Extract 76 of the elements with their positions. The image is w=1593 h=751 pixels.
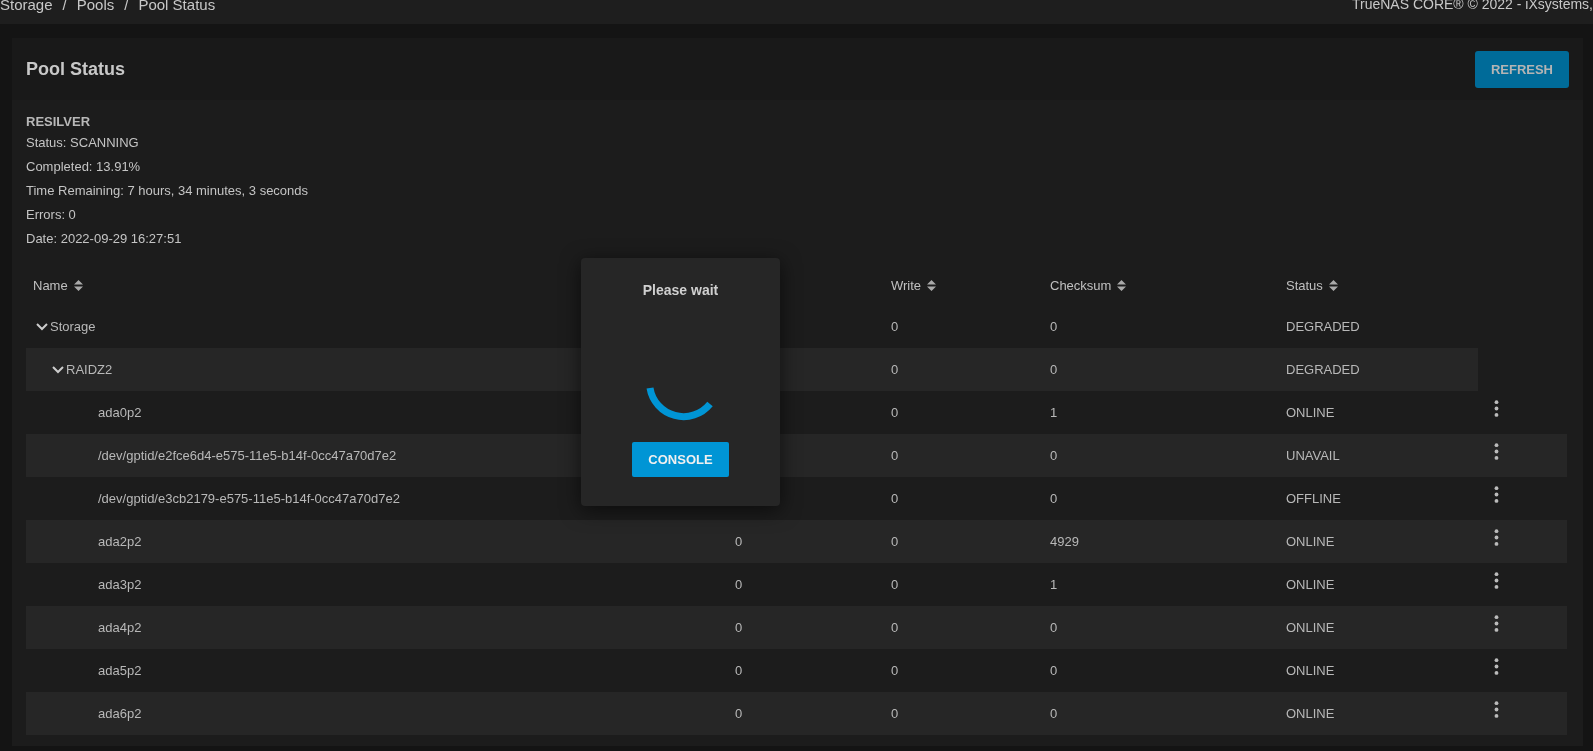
read-errors: 0 — [735, 577, 743, 592]
resilver-detail: Date: 2022-09-29 16:27:51 — [26, 230, 183, 248]
chevron-icon[interactable] — [52, 365, 64, 374]
write-errors: 0 — [891, 491, 899, 506]
more-options-icon[interactable] — [1494, 615, 1499, 632]
write-errors: 0 — [891, 405, 899, 420]
device-name: ada5p2 — [98, 663, 142, 678]
column-header[interactable]: Checksum — [1050, 277, 1112, 293]
sort-icon[interactable] — [73, 279, 83, 291]
checksum-errors: 0 — [1050, 362, 1058, 377]
breadcrumb-separator: / — [124, 0, 129, 12]
checksum-errors: 1 — [1050, 577, 1058, 592]
write-errors: 0 — [891, 319, 899, 334]
more-options-icon[interactable] — [1494, 443, 1499, 460]
device-status: ONLINE — [1286, 534, 1335, 549]
checksum-errors: 0 — [1050, 491, 1058, 506]
device-name: /dev/gptid/e3cb2179-e575-11e5-b14f-0cc47a70d7e2 — [98, 491, 400, 506]
breadcrumb-link[interactable]: Pool Status — [138, 0, 216, 12]
read-errors: 0 — [735, 534, 743, 549]
checksum-errors: 1 — [1050, 405, 1058, 420]
device-status: DEGRADED — [1286, 362, 1360, 377]
chevron-icon[interactable] — [36, 322, 48, 331]
breadcrumb-link[interactable]: Storage — [0, 0, 53, 12]
dialog-title: Please wait — [642, 282, 719, 298]
resilver-detail: Status: SCANNING — [26, 134, 140, 152]
device-status: OFFLINE — [1286, 491, 1341, 506]
more-options-icon[interactable] — [1494, 400, 1499, 417]
write-errors: 0 — [891, 706, 899, 721]
write-errors: 0 — [891, 577, 899, 592]
more-options-icon[interactable] — [1494, 658, 1499, 675]
more-options-icon[interactable] — [1494, 701, 1499, 718]
device-name: ada6p2 — [98, 706, 142, 721]
column-header[interactable]: Name — [33, 277, 68, 293]
write-errors: 0 — [891, 620, 899, 635]
checksum-errors: 0 — [1050, 448, 1058, 463]
checksum-errors: 4929 — [1050, 534, 1079, 549]
column-header[interactable]: Write — [891, 277, 922, 293]
device-status: ONLINE — [1286, 620, 1335, 635]
device-name: /dev/gptid/e2fce6d4-e575-11e5-b14f-0cc47a70d7e2 — [98, 448, 397, 463]
write-errors: 0 — [891, 362, 899, 377]
checksum-errors: 0 — [1050, 706, 1058, 721]
write-errors: 0 — [891, 448, 899, 463]
column-header[interactable]: Status — [1286, 277, 1323, 293]
device-status: ONLINE — [1286, 405, 1335, 420]
resilver-detail: Time Remaining: 7 hours, 34 minutes, 3 seconds — [26, 182, 310, 200]
more-options-icon[interactable] — [1494, 486, 1499, 503]
resilver-heading: RESILVER — [26, 113, 92, 131]
breadcrumb-link[interactable]: Pools — [76, 0, 115, 12]
device-status: DEGRADED — [1286, 319, 1360, 334]
device-status: ONLINE — [1286, 706, 1335, 721]
device-status: ONLINE — [1286, 663, 1335, 678]
sort-icon[interactable] — [927, 279, 937, 291]
write-errors: 0 — [891, 534, 899, 549]
read-errors: 0 — [735, 620, 743, 635]
write-errors: 0 — [891, 663, 899, 678]
more-options-icon[interactable] — [1494, 572, 1499, 589]
device-status: UNAVAIL — [1286, 448, 1340, 463]
breadcrumb-separator: / — [62, 0, 67, 12]
device-name: RAIDZ2 — [66, 362, 113, 377]
more-options-icon[interactable] — [1494, 529, 1499, 546]
resilver-detail: Errors: 0 — [26, 206, 77, 224]
resilver-detail: Completed: 13.91% — [26, 158, 142, 176]
device-name: ada4p2 — [98, 620, 142, 635]
card-title: Pool Status — [26, 58, 125, 80]
device-status: ONLINE — [1286, 577, 1335, 592]
checksum-errors: 0 — [1050, 620, 1058, 635]
checksum-errors: 0 — [1050, 663, 1058, 678]
read-errors: 0 — [735, 706, 743, 721]
read-errors: 0 — [735, 663, 743, 678]
device-name: ada3p2 — [98, 577, 142, 592]
sort-icon[interactable] — [1117, 279, 1127, 291]
sort-icon[interactable] — [1328, 279, 1338, 291]
device-name: ada2p2 — [98, 534, 142, 549]
checksum-errors: 0 — [1050, 319, 1058, 334]
device-name: Storage — [50, 319, 96, 334]
device-name: ada0p2 — [98, 405, 142, 420]
